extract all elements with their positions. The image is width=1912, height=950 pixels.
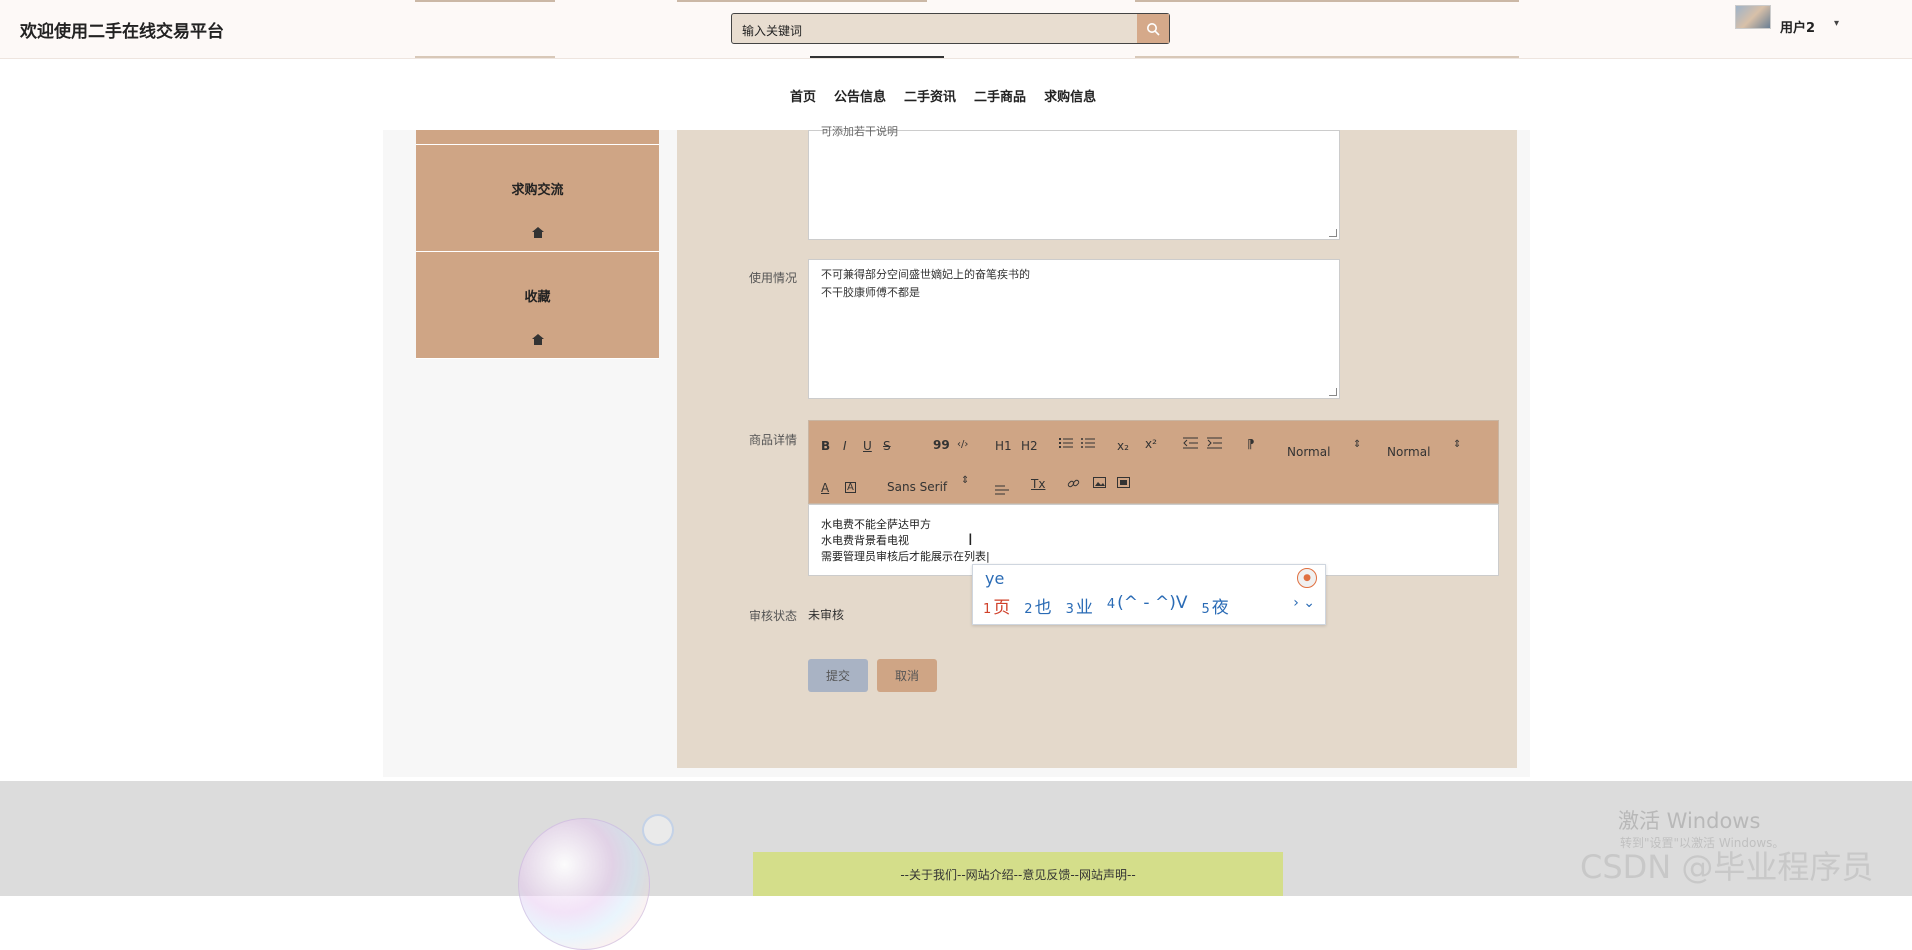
chevron-down-icon[interactable]: ▾ [1834, 18, 1839, 29]
italic-button[interactable]: I [843, 439, 847, 453]
header-select[interactable]: Normal [1387, 445, 1430, 459]
editor-line: 水电费不能全萨达甲方 [821, 518, 931, 531]
indent-icon[interactable] [1207, 437, 1222, 452]
ime-input-text: ye [985, 569, 1005, 588]
ime-logo-icon[interactable]: ● [1297, 568, 1317, 588]
editor-line: 需要管理员审核后才能展示在列表| [821, 550, 990, 563]
bullet-list-icon[interactable] [1081, 437, 1095, 452]
ime-candidate-number: 4 [1106, 597, 1116, 612]
bold-button[interactable]: B [821, 439, 830, 453]
superscript-button[interactable]: x² [1145, 437, 1157, 451]
nav-items: 首页 公告信息 二手资讯 二手商品 求购信息 [790, 86, 1096, 105]
sidebar-item-label: 收藏 [524, 290, 551, 305]
cancel-button[interactable]: 取消 [877, 659, 937, 692]
nav-item[interactable]: 首页 [790, 86, 816, 105]
sidebar-item-purchase-chat[interactable]: 求购交流 [416, 145, 659, 252]
editor-line: 水电费背景看电视 [821, 534, 909, 547]
usage-textarea[interactable]: 不可兼得部分空间盛世嫡妃上的奋笔疾书的 不干胶康师傅不都是 [808, 259, 1340, 399]
ime-candidate[interactable]: 1页 [983, 593, 1010, 618]
h1-button[interactable]: H1 [995, 439, 1012, 453]
ime-candidate-number: 5 [1201, 602, 1210, 617]
h2-button[interactable]: H2 [1021, 439, 1038, 453]
resize-handle[interactable] [1329, 229, 1337, 237]
blockquote-button[interactable]: 99 [933, 438, 950, 452]
video-icon[interactable] [1117, 477, 1130, 491]
underline-button[interactable]: U [863, 439, 872, 453]
font-select[interactable]: Sans Serif [887, 480, 947, 494]
ime-candidate-text: 也 [1034, 598, 1052, 618]
text-cursor-icon: I [968, 530, 973, 549]
sort-icon[interactable]: ⇕ [1453, 439, 1461, 450]
ime-candidate-text: (^ - ^)V [1117, 593, 1188, 613]
ime-candidate-text: 夜 [1211, 598, 1229, 618]
sort-icon[interactable]: ⇕ [961, 475, 969, 486]
sidebar-item-label: 求购交流 [511, 183, 564, 198]
ime-candidate-text: 业 [1075, 598, 1093, 618]
bubble-decoration [518, 818, 650, 950]
top-header: 欢迎使用二手在线交易平台 输入关键词 用户2 ▾ [0, 0, 1912, 59]
usage-label: 使用情况 [748, 271, 797, 285]
search-input[interactable]: 输入关键词 [731, 13, 1170, 44]
align-icon[interactable] [995, 483, 1009, 498]
ime-more-button[interactable]: › ⌄ [1293, 595, 1315, 611]
home-icon [416, 227, 659, 241]
csdn-watermark: CSDN @毕业程序员 [1580, 848, 1874, 886]
textarea-text: 可添加若干说明 [821, 125, 898, 138]
editor-toolbar: B I U S 99 ‹/› H1 H2 x₂ x² ⁋ Normal ⇕ No… [808, 420, 1499, 504]
header-select-value: Normal [1387, 445, 1431, 459]
code-button[interactable]: ‹/› [957, 439, 968, 450]
ime-candidate-text: 页 [993, 598, 1011, 618]
ime-candidate[interactable]: 3业 [1066, 593, 1093, 618]
submit-button[interactable]: 提交 [808, 659, 868, 692]
strike-button[interactable]: S [883, 439, 891, 453]
ime-candidates: 1 页 2 也 3 业 4 (^ - ^)V 5 夜 [983, 593, 1229, 618]
sidebar-item-favorites[interactable]: 收藏 [416, 252, 659, 359]
search-button[interactable] [1137, 14, 1169, 43]
subscript-button[interactable]: x₂ [1117, 439, 1129, 453]
nav-item[interactable]: 二手资讯 [904, 86, 956, 105]
user-name[interactable]: 用户2 [1780, 17, 1815, 36]
usage-line: 不可兼得部分空间盛世嫡妃上的奋笔疾书的 [821, 268, 1030, 281]
search-placeholder: 输入关键词 [742, 24, 803, 38]
ordered-list-icon[interactable] [1059, 437, 1073, 452]
link-icon[interactable] [1067, 477, 1080, 493]
usage-line: 不干胶康师傅不都是 [821, 286, 920, 299]
resize-handle[interactable] [1329, 388, 1337, 396]
outdent-icon[interactable] [1183, 437, 1198, 452]
font-color-icon[interactable]: A [821, 481, 829, 495]
ime-candidate[interactable]: 5夜 [1201, 593, 1228, 618]
main-nav: 首页 公告信息 二手资讯 二手商品 求购信息 [0, 60, 1912, 130]
ime-candidate-number: 2 [1024, 602, 1033, 617]
nav-item[interactable]: 求购信息 [1044, 86, 1096, 105]
nav-item[interactable]: 二手商品 [974, 86, 1026, 105]
avatar[interactable] [1735, 5, 1771, 29]
status-value: 未审核 [808, 608, 845, 622]
sidebar: 求购交流 收藏 [416, 130, 659, 359]
image-icon[interactable] [1093, 477, 1106, 491]
bubble-decoration-small [642, 814, 674, 846]
clean-button[interactable]: Tx [1031, 477, 1045, 491]
home-icon [416, 334, 659, 348]
ime-candidate[interactable]: 4 (^ - ^)V [1107, 593, 1188, 618]
background-color-icon[interactable]: A [845, 482, 856, 493]
rtl-button[interactable]: ⁋ [1247, 437, 1255, 451]
ime-candidate-number: 3 [1065, 602, 1074, 617]
ime-candidate[interactable]: 2也 [1024, 593, 1051, 618]
footer-links[interactable]: --关于我们--网站介绍--意见反馈--网站声明-- [753, 852, 1283, 896]
site-title: 欢迎使用二手在线交易平台 [20, 22, 224, 42]
description-textarea[interactable]: 可添加若干说明 [808, 125, 1340, 240]
size-select-value: Normal [1287, 445, 1331, 459]
details-label: 商品详情 [748, 433, 797, 447]
nav-item[interactable]: 公告信息 [834, 86, 886, 105]
search-icon [1147, 22, 1160, 36]
ime-candidate-popup: ye ● 1 页 2 也 3 业 4 (^ - ^)V 5 夜 › ⌄ [972, 564, 1326, 625]
sidebar-item-partial[interactable] [416, 130, 659, 145]
size-select[interactable]: Normal [1287, 445, 1330, 459]
status-label: 审核状态 [748, 609, 797, 623]
font-select-value: Sans Serif [887, 480, 948, 494]
windows-activation-title: 激活 Windows [1618, 809, 1761, 833]
ime-candidate-number: 1 [983, 602, 992, 617]
sort-icon[interactable]: ⇕ [1353, 439, 1361, 450]
